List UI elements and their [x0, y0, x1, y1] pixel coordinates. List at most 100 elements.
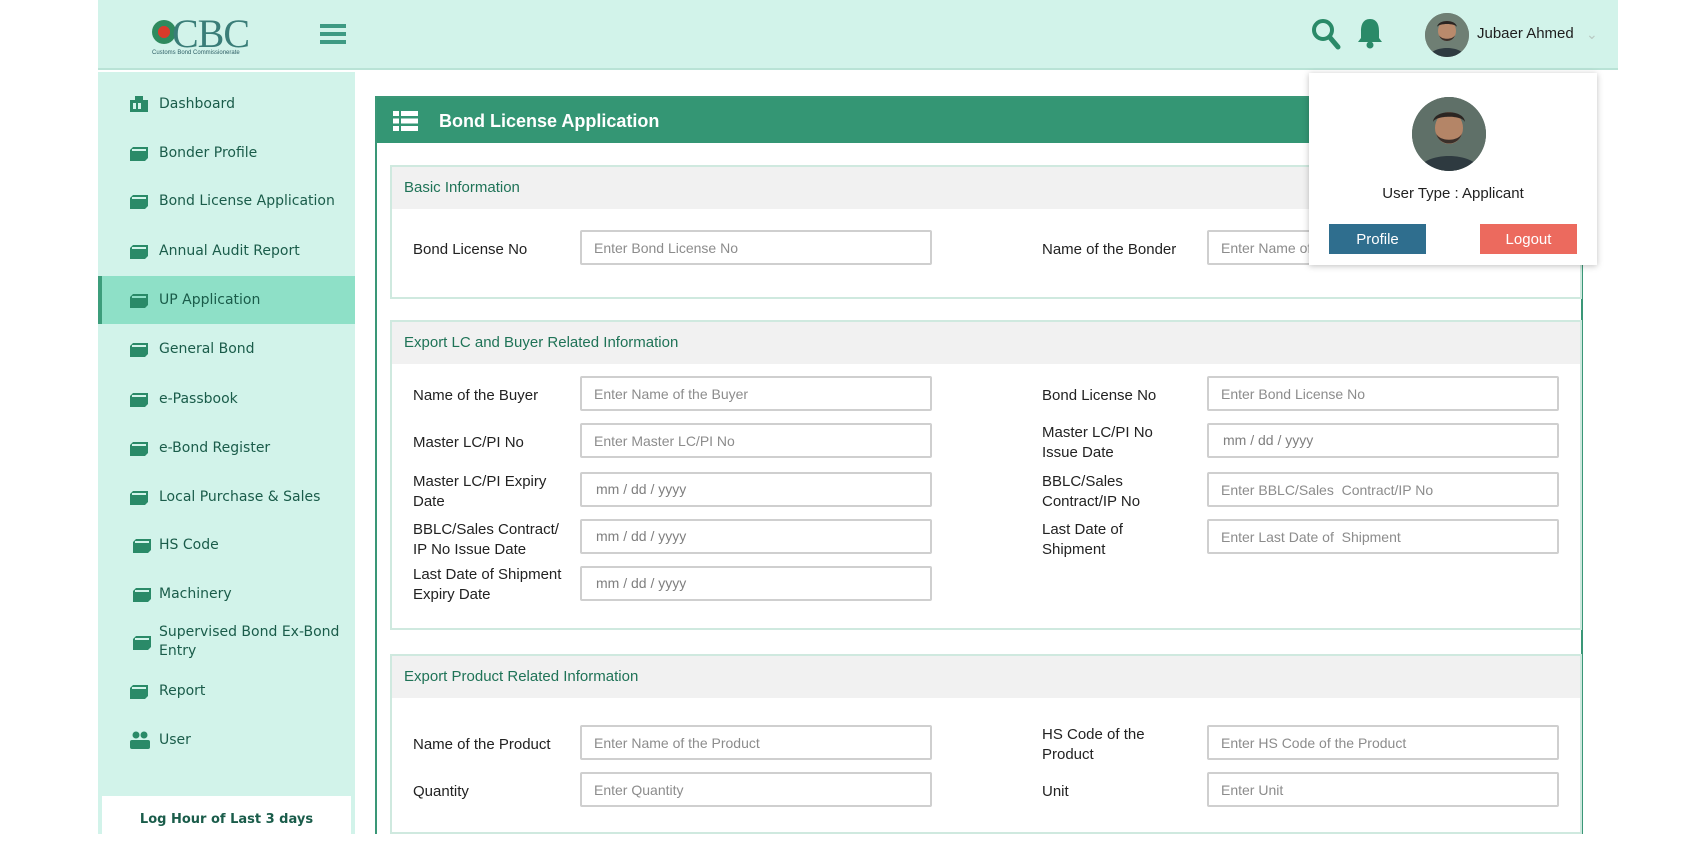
notification-bell-icon[interactable] [1356, 16, 1384, 50]
sidebar-item-e-bond-register[interactable]: e-Bond Register [98, 424, 355, 472]
folder-icon [130, 393, 148, 407]
logout-button[interactable]: Logout [1480, 224, 1577, 254]
bblc-no-label: BBLC/Sales Contract/IP No [1042, 472, 1140, 512]
sidebar-item-label: Dashboard [159, 95, 235, 112]
sidebar-item-supervised-bond-ex-bond-entry[interactable]: Supervised Bond Ex-Bond Entry [98, 618, 355, 666]
folder-icon [130, 343, 148, 357]
dropdown-avatar [1412, 97, 1486, 171]
section-title: Export Product Related Information [404, 668, 639, 685]
user-type-text: User Type : Applicant [1382, 185, 1524, 202]
search-icon[interactable] [1310, 17, 1342, 51]
last-shipment-label: Last Date of Shipment [1042, 520, 1123, 560]
sidebar-item-label: HS Code [159, 536, 219, 553]
sidebar-item-report[interactable]: Report [98, 667, 355, 715]
product-name-label: Name of the Product [413, 736, 551, 753]
sidebar-item-label: General Bond [159, 340, 255, 357]
profile-button[interactable]: Profile [1329, 224, 1426, 254]
buyer-name-input[interactable] [580, 376, 932, 411]
folder-icon [130, 147, 148, 161]
lc-bond-license-no-input[interactable] [1207, 376, 1559, 411]
section-title: Basic Information [404, 179, 520, 196]
cbc-logo[interactable]: CBC Customs Bond Commissionerate [152, 11, 262, 58]
sidebar-item-user[interactable]: User [98, 716, 355, 764]
section-header: Export Product Related Information [392, 656, 1580, 698]
master-lc-expiry-label: Master LC/PI Expiry Date [413, 472, 546, 512]
export-lc-section: Export LC and Buyer Related Information … [390, 320, 1582, 630]
product-name-input[interactable] [580, 725, 932, 760]
folder-icon [133, 636, 151, 650]
folder-icon [130, 491, 148, 505]
folder-icon [133, 588, 151, 602]
master-lc-expiry-input[interactable]: mm / dd / yyyy [580, 472, 932, 507]
section-title: Export LC and Buyer Related Information [404, 334, 679, 351]
sidebar-item-bonder-profile[interactable]: Bonder Profile [98, 129, 355, 177]
sidebar-item-label: Annual Audit Report [159, 242, 300, 259]
bblc-issue-date-input[interactable]: mm / dd / yyyy [580, 519, 932, 554]
sidebar-item-label: Bonder Profile [159, 144, 258, 161]
master-lc-issue-date-label: Master LC/PI No Issue Date [1042, 423, 1153, 463]
unit-label: Unit [1042, 783, 1069, 800]
folder-icon [130, 294, 148, 308]
sidebar-item-label: Local Purchase & Sales [159, 488, 321, 505]
label-line: IP No Issue Date [413, 541, 527, 558]
sidebar-item-up-application[interactable]: UP Application [98, 276, 355, 324]
last-shipment-input[interactable] [1207, 519, 1559, 554]
log-hour-panel: Log Hour of Last 3 days [102, 796, 351, 846]
sidebar-item-local-purchase-sales[interactable]: Local Purchase & Sales [98, 473, 355, 521]
user-name[interactable]: Jubaer Ahmed [1477, 25, 1574, 42]
users-icon [130, 731, 150, 749]
label-line: Issue Date [1042, 444, 1114, 461]
hs-code-input[interactable] [1207, 725, 1559, 760]
sidebar-item-dashboard[interactable]: Dashboard [98, 80, 355, 128]
sidebar-item-label: Bond License Application [159, 192, 335, 209]
unit-input[interactable] [1207, 772, 1559, 807]
app-window: CBC Customs Bond Commissionerate Jubaer … [98, 0, 1618, 846]
profile-dropdown: User Type : Applicant Profile Logout [1309, 73, 1597, 265]
log-hour-title: Log Hour of Last 3 days [139, 812, 314, 827]
section-header: Export LC and Buyer Related Information [392, 322, 1580, 364]
menu-toggle-icon[interactable] [320, 24, 346, 46]
sidebar-label-line: Supervised Bond Ex-Bond [159, 624, 340, 640]
sidebar-item-annual-audit-report[interactable]: Annual Audit Report [98, 227, 355, 275]
folder-icon [133, 539, 151, 553]
quantity-label: Quantity [413, 783, 469, 800]
label-line: HS Code of the [1042, 726, 1145, 743]
sidebar: Dashboard Bonder Profile Bond License Ap… [98, 72, 355, 846]
user-avatar[interactable] [1425, 13, 1469, 57]
quantity-input[interactable] [580, 772, 932, 807]
chevron-down-icon[interactable]: ⌄ [1586, 26, 1598, 43]
master-lc-no-label: Master LC/PI No [413, 434, 524, 451]
folder-icon [130, 195, 148, 209]
sidebar-item-general-bond[interactable]: General Bond [98, 325, 355, 373]
name-of-bonder-label: Name of the Bonder [1042, 241, 1177, 258]
dashboard-icon [130, 96, 148, 112]
top-header: CBC Customs Bond Commissionerate Jubaer … [98, 0, 1618, 70]
sidebar-item-label: Machinery [159, 585, 232, 602]
label-line: Master LC/PI No [1042, 424, 1153, 441]
label-line: Expiry Date [413, 586, 491, 603]
label-line: Product [1042, 746, 1094, 763]
last-shipment-expiry-label: Last Date of Shipment Expiry Date [413, 565, 561, 605]
sidebar-item-machinery[interactable]: Machinery [98, 570, 355, 618]
page-title: Bond License Application [439, 111, 660, 131]
master-lc-no-input[interactable] [580, 423, 932, 458]
sidebar-label-line: Entry [159, 643, 197, 659]
hs-code-label: HS Code of the Product [1042, 725, 1145, 765]
bblc-no-input[interactable] [1207, 472, 1559, 507]
buyer-name-label: Name of the Buyer [413, 387, 539, 404]
label-line: Last Date of [1042, 521, 1123, 538]
label-line: Last Date of Shipment [413, 566, 562, 583]
sidebar-item-label: Supervised Bond Ex-Bond Entry [159, 623, 339, 661]
folder-icon [130, 685, 148, 699]
bond-license-no-input[interactable] [580, 230, 932, 265]
folder-icon [130, 442, 148, 456]
last-shipment-expiry-input[interactable]: mm / dd / yyyy [580, 566, 932, 601]
label-line: Shipment [1042, 541, 1106, 558]
sidebar-item-e-passbook[interactable]: e-Passbook [98, 375, 355, 423]
master-lc-issue-date-input[interactable]: mm / dd / yyyy [1207, 423, 1559, 458]
sidebar-item-label: User [159, 731, 191, 748]
sidebar-item-bond-license-application[interactable]: Bond License Application [98, 177, 355, 225]
sidebar-item-hs-code[interactable]: HS Code [98, 521, 355, 569]
label-line: Master LC/PI Expiry [413, 473, 547, 490]
label-line: Contract/IP No [1042, 493, 1141, 510]
